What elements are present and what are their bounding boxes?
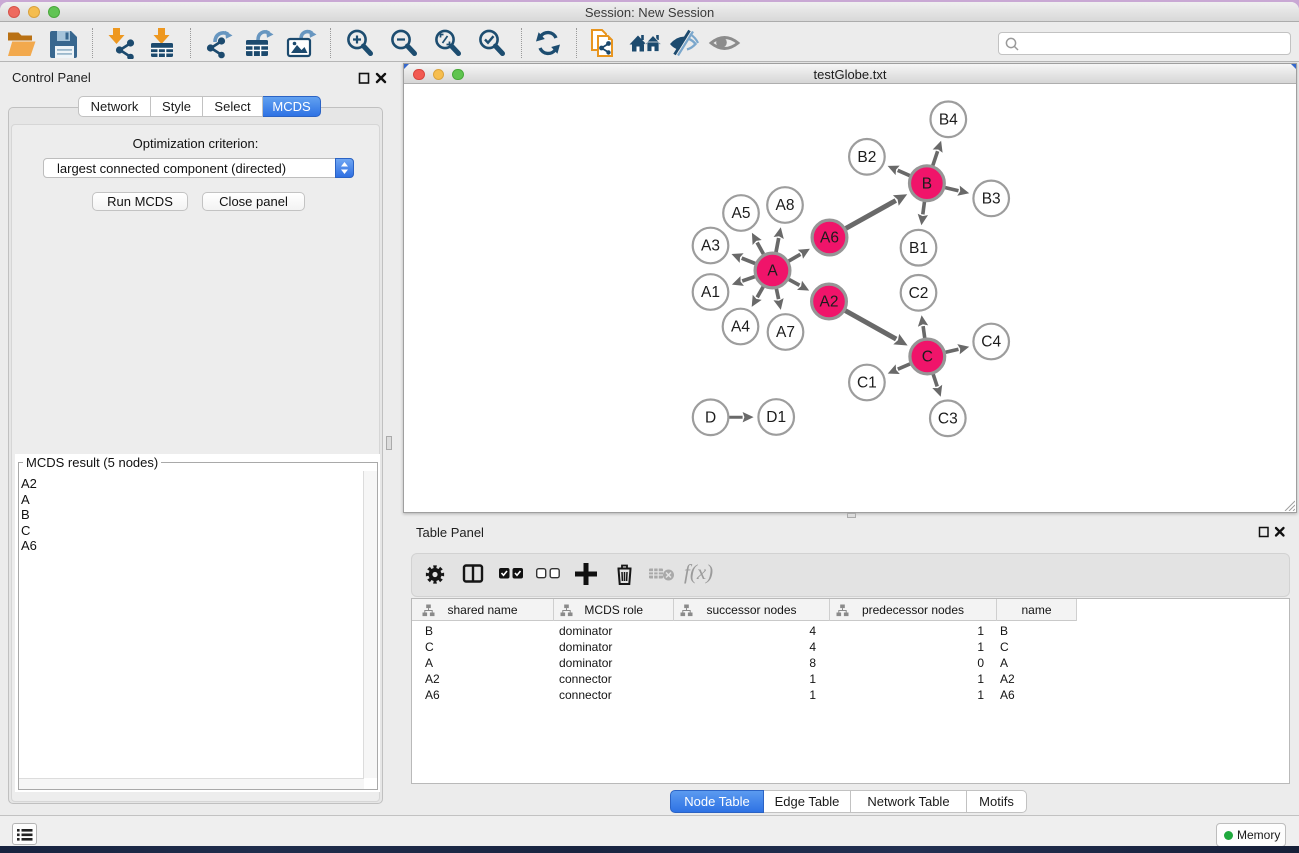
svg-text:A3: A3 bbox=[701, 238, 720, 255]
svg-text:C: C bbox=[922, 349, 933, 366]
svg-text:C2: C2 bbox=[909, 285, 929, 302]
svg-text:A5: A5 bbox=[732, 205, 751, 222]
svg-text:A4: A4 bbox=[731, 319, 750, 336]
svg-text:A2: A2 bbox=[820, 294, 839, 311]
svg-text:C1: C1 bbox=[857, 375, 877, 392]
svg-text:B2: B2 bbox=[857, 149, 876, 166]
svg-text:C4: C4 bbox=[981, 334, 1001, 351]
svg-text:B3: B3 bbox=[982, 191, 1001, 208]
svg-text:B4: B4 bbox=[939, 112, 958, 129]
svg-text:D1: D1 bbox=[766, 409, 786, 426]
svg-text:B1: B1 bbox=[909, 240, 928, 257]
svg-text:C3: C3 bbox=[938, 411, 958, 428]
svg-text:D: D bbox=[705, 410, 716, 427]
svg-text:A6: A6 bbox=[820, 230, 839, 247]
svg-text:A8: A8 bbox=[776, 197, 795, 214]
svg-text:A1: A1 bbox=[701, 284, 720, 301]
svg-text:A7: A7 bbox=[776, 324, 795, 341]
svg-text:B: B bbox=[922, 175, 932, 192]
svg-text:A: A bbox=[767, 263, 778, 280]
